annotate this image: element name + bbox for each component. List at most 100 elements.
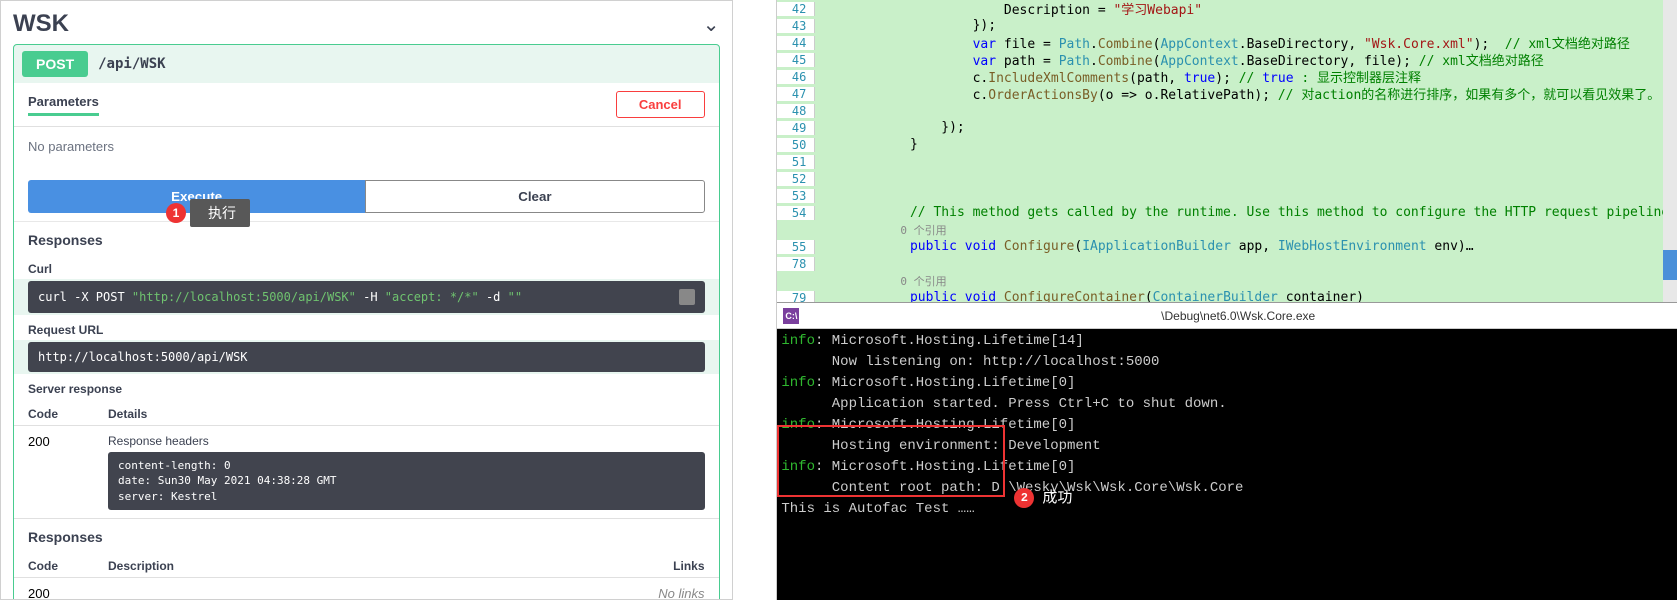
code-line[interactable]: 42 Description = "学习Webapi" xyxy=(777,0,1677,17)
code-text: c.OrderActionsBy(o => o.RelativePath); /… xyxy=(843,84,1660,103)
response-status-code: 200 xyxy=(28,434,108,510)
response-details: Response headers content-length: 0 date:… xyxy=(108,434,705,510)
line-number: 78 xyxy=(777,257,815,271)
code-editor[interactable]: 42 Description = "学习Webapi"43 });44 var … xyxy=(777,0,1677,302)
highlight-box xyxy=(777,425,1005,497)
line-number: 51 xyxy=(777,155,815,169)
annotation-text-1: 执行 xyxy=(190,199,250,227)
details-column-header: Details xyxy=(108,407,705,421)
code-text: public void Configure(IApplicationBuilde… xyxy=(843,239,1473,254)
chevron-down-icon: ⌄ xyxy=(703,12,720,37)
terminal-panel: C:\ \Debug\net6.0\Wsk.Core.exe info: Mic… xyxy=(777,302,1677,600)
line-number: 79 xyxy=(777,291,815,303)
line-number: 53 xyxy=(777,189,815,203)
cancel-button[interactable]: Cancel xyxy=(616,91,705,118)
code-line[interactable]: 52 xyxy=(777,170,1677,187)
swagger-panel: WSK ⌄ POST /api/WSK Parameters Cancel No… xyxy=(0,0,733,600)
ide-panel: 42 Description = "学习Webapi"43 });44 var … xyxy=(777,0,1677,600)
response-row: 200 Response headers content-length: 0 d… xyxy=(14,426,719,518)
terminal-line: info: Microsoft.Hosting.Lifetime[14] xyxy=(781,331,1673,352)
annotation-1: 1 执行 xyxy=(166,199,250,227)
curl-label: Curl xyxy=(14,254,719,279)
code-line[interactable]: 44 var file = Path.Combine(AppContext.Ba… xyxy=(777,34,1677,51)
terminal-line: Application started. Press Ctrl+C to shu… xyxy=(781,394,1673,415)
code-text: // This method gets called by the runtim… xyxy=(843,205,1677,220)
code-text: public void ConfigureContainer(Container… xyxy=(843,290,1364,302)
terminal-app-icon: C:\ xyxy=(783,308,799,324)
line-number: 45 xyxy=(777,53,815,67)
endpoint-path: /api/WSK xyxy=(98,56,165,72)
line-number: 54 xyxy=(777,206,815,220)
annotation-2: 2 成功 xyxy=(1014,487,1072,510)
line-number: 44 xyxy=(777,36,815,50)
links-column-header: Links xyxy=(625,559,705,573)
line-number: 55 xyxy=(777,240,815,254)
code-text: }); xyxy=(843,120,964,135)
code-line[interactable]: 0 个引用 xyxy=(777,272,1677,289)
line-number: 50 xyxy=(777,138,815,152)
description-column-header: Description xyxy=(108,559,625,573)
response-table-header: Code Details xyxy=(14,399,719,426)
code-line[interactable]: 55 public void Configure(IApplicationBui… xyxy=(777,238,1677,255)
code-line[interactable]: 49 }); xyxy=(777,119,1677,136)
operation-tag-header[interactable]: WSK ⌄ xyxy=(13,8,720,44)
code-line[interactable]: 48 xyxy=(777,102,1677,119)
line-number: 43 xyxy=(777,19,815,33)
operation-summary[interactable]: POST /api/WSK xyxy=(14,45,719,83)
code-line[interactable]: 45 var path = Path.Combine(AppContext.Ba… xyxy=(777,51,1677,68)
code-line[interactable]: 50 } xyxy=(777,136,1677,153)
responses-label-2: Responses xyxy=(14,518,719,551)
scrollbar-marker xyxy=(1663,250,1677,280)
request-url-text: http://localhost:5000/api/WSK xyxy=(38,350,248,364)
request-url-block: http://localhost:5000/api/WSK xyxy=(28,342,705,372)
no-parameters-text: No parameters xyxy=(14,127,719,166)
responses-row-2: 200 No links xyxy=(14,578,719,600)
server-response-label: Server response xyxy=(14,374,719,399)
code-line[interactable]: 43 }); xyxy=(777,17,1677,34)
clear-button[interactable]: Clear xyxy=(365,180,704,213)
terminal-line: Now listening on: http://localhost:5000 xyxy=(781,352,1673,373)
annotation-badge-2: 2 xyxy=(1014,488,1034,508)
code-line[interactable]: 79 public void ConfigureContainer(Contai… xyxy=(777,289,1677,302)
annotation-badge-1: 1 xyxy=(166,203,186,223)
line-number: 47 xyxy=(777,87,815,101)
response-code-2: 200 xyxy=(28,586,108,600)
code-text: Description = "学习Webapi" xyxy=(843,0,1202,18)
terminal-output[interactable]: info: Microsoft.Hosting.Lifetime[14] Now… xyxy=(777,329,1677,600)
action-buttons-row: Execute Clear xyxy=(14,166,719,221)
no-links-text: No links xyxy=(625,586,705,600)
code-line[interactable]: 78 xyxy=(777,255,1677,272)
response-headers-block: content-length: 0 date: Sun30 May 2021 0… xyxy=(108,452,705,510)
line-number: 49 xyxy=(777,121,815,135)
http-method-badge: POST xyxy=(22,51,88,77)
code-text: 0 个引用 xyxy=(843,273,946,289)
operation-block: POST /api/WSK Parameters Cancel No param… xyxy=(13,44,720,600)
responses-section-label: Responses xyxy=(14,221,719,254)
code-line[interactable]: 54 // This method gets called by the run… xyxy=(777,204,1677,221)
line-number: 52 xyxy=(777,172,815,186)
divider-strip xyxy=(733,0,778,600)
code-line[interactable]: 0 个引用 xyxy=(777,221,1677,238)
code-text: }); xyxy=(843,18,996,33)
response-headers-label: Response headers xyxy=(108,434,705,448)
terminal-line: This is Autofac Test …… xyxy=(781,499,1673,520)
terminal-titlebar[interactable]: C:\ \Debug\net6.0\Wsk.Core.exe xyxy=(777,303,1677,329)
code-column-header: Code xyxy=(28,407,108,421)
responses-table-header-2: Code Description Links xyxy=(14,551,719,578)
terminal-title-path: \Debug\net6.0\Wsk.Core.exe xyxy=(1161,309,1315,323)
code-line[interactable]: 51 xyxy=(777,153,1677,170)
tag-name: WSK xyxy=(13,10,69,38)
code-text: 0 个引用 xyxy=(843,222,946,238)
parameters-tab[interactable]: Parameters xyxy=(28,94,99,116)
annotation-text-2: 成功 xyxy=(1042,487,1072,510)
code-line[interactable]: 47 c.OrderActionsBy(o => o.RelativePath)… xyxy=(777,85,1677,102)
copy-icon[interactable] xyxy=(679,289,695,305)
line-number: 42 xyxy=(777,2,815,16)
curl-command-block: curl -X POST "http://localhost:5000/api/… xyxy=(28,281,705,313)
code-line[interactable]: 53 xyxy=(777,187,1677,204)
code-text: } xyxy=(843,137,917,152)
curl-command-text: curl -X POST "http://localhost:5000/api/… xyxy=(38,290,522,304)
request-url-label: Request URL xyxy=(14,315,719,340)
parameters-header-row: Parameters Cancel xyxy=(14,83,719,127)
code-line[interactable]: 46 c.IncludeXmlComments(path, true); // … xyxy=(777,68,1677,85)
